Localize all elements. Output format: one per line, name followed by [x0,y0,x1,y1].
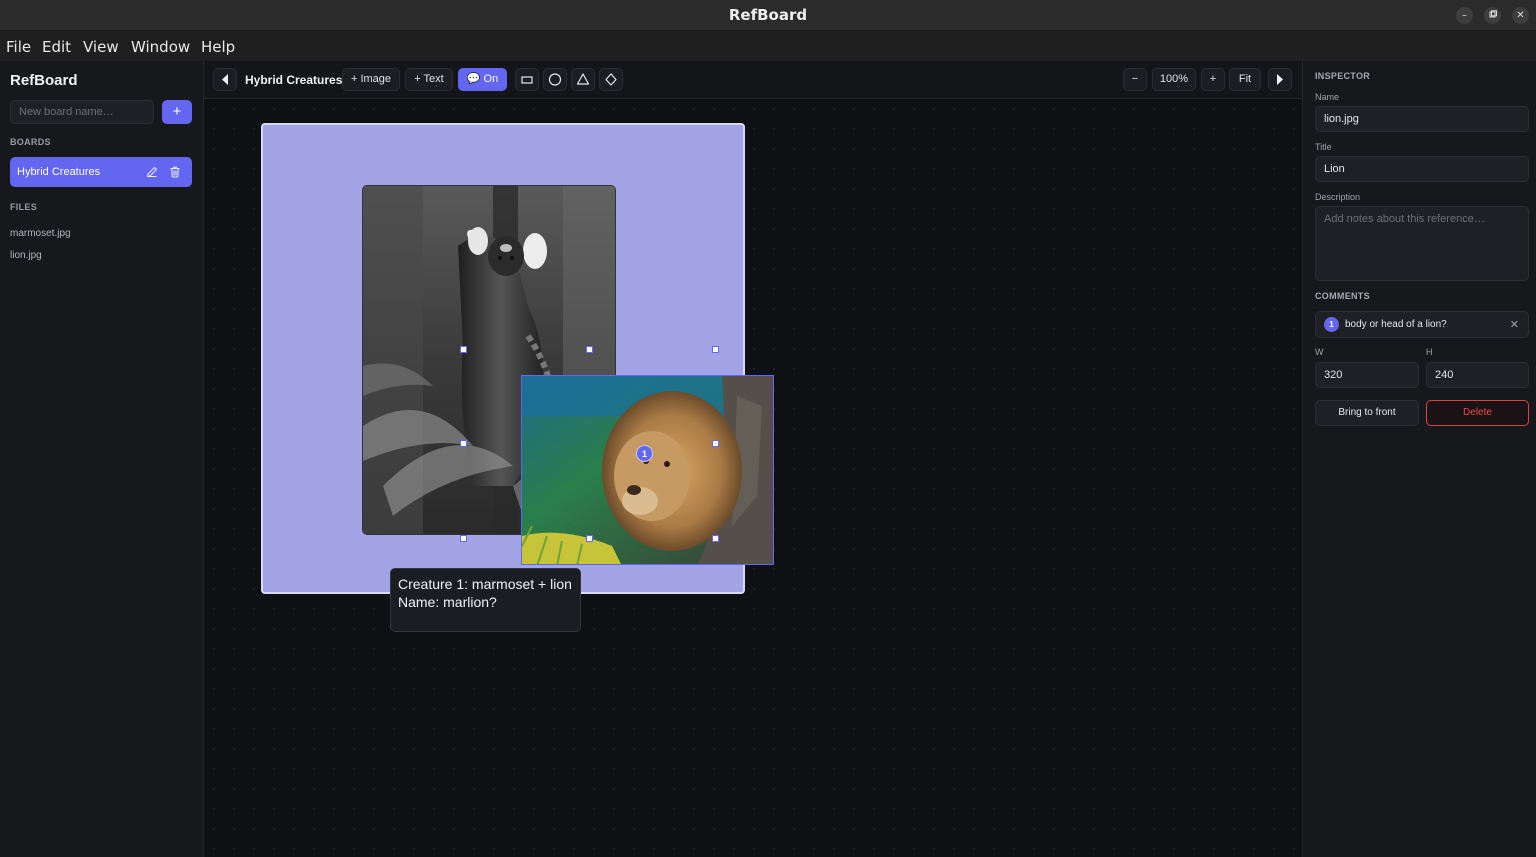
triangle-icon [576,73,590,85]
comment-bubble-icon: 💬 [466,73,481,85]
expand-inspector-button[interactable] [1268,68,1292,91]
name-label: Name [1315,92,1340,102]
comments-toggle-label: On [483,73,499,85]
comment-item[interactable]: 1 body or head of a lion? ✕ [1315,311,1529,338]
resize-handle[interactable] [586,535,593,542]
note-line: Name: marlion? [398,594,497,610]
resize-handle[interactable] [460,440,467,447]
window-title: RefBoard [728,6,808,24]
comment-text: body or head of a lion? [1345,319,1447,330]
rectangle-icon [521,76,533,84]
resize-handle[interactable] [586,346,593,353]
width-label: W [1315,347,1324,357]
height-field[interactable] [1426,362,1529,388]
note-line: Creature 1: marmoset + lion [398,576,572,592]
board-canvas[interactable]: 1 Creature 1: marmoset + lion Name: marl… [204,99,1302,857]
board-frame[interactable] [261,123,774,594]
new-board-input[interactable] [10,100,154,124]
circle-icon [548,73,562,86]
width-field[interactable] [1315,362,1419,388]
trash-icon[interactable] [168,165,182,179]
height-label: H [1426,347,1433,357]
board-toolbar: Hybrid Creatures + Image + Text 💬 On − 1… [204,61,1302,99]
board-title: Hybrid Creatures [245,73,343,87]
resize-handle[interactable] [712,440,719,447]
zoom-level: 100% [1152,68,1196,91]
title-label: Title [1315,142,1332,152]
menu-view[interactable]: View [83,38,119,56]
triangle-shape-button[interactable] [571,68,595,91]
sidebar: RefBoard + BOARDS Hybrid Creatures FILES… [0,61,204,857]
description-label: Description [1315,192,1361,202]
zoom-in-button[interactable]: + [1201,68,1225,91]
edit-pencil-icon[interactable] [145,165,159,179]
files-heading: FILES [10,202,38,212]
diamond-icon [605,73,617,86]
add-image-button[interactable]: + Image [342,68,400,91]
inspector-title: INSPECTOR [1315,71,1371,81]
resize-handle[interactable] [460,535,467,542]
lion-image[interactable] [521,375,774,565]
menu-edit[interactable]: Edit [42,38,71,56]
menu-bar: File Edit View Window Help [0,31,1536,61]
title-bar: RefBoard – ✕ [0,0,1536,31]
bring-to-front-button[interactable]: Bring to front [1315,400,1419,426]
remove-comment-icon[interactable]: ✕ [1510,318,1519,331]
file-item-marmoset[interactable]: marmoset.jpg [10,228,71,239]
boards-heading: BOARDS [10,137,51,147]
collapse-sidebar-button[interactable] [213,68,237,91]
board-item-label: Hybrid Creatures [17,166,101,178]
name-field[interactable] [1315,106,1529,132]
rectangle-shape-button[interactable] [515,68,539,91]
restore-icon[interactable] [1484,7,1501,24]
zoom-out-button[interactable]: − [1123,68,1147,91]
resize-handle[interactable] [712,535,719,542]
add-board-button[interactable]: + [162,100,192,124]
comments-toggle-button[interactable]: 💬 On [458,68,507,91]
comment-pin[interactable]: 1 [636,445,653,462]
diamond-shape-button[interactable] [599,68,623,91]
delete-button[interactable]: Delete [1426,400,1529,426]
chevron-right-icon [1277,74,1283,85]
close-icon[interactable]: ✕ [1512,7,1529,24]
add-text-button[interactable]: + Text [405,68,453,91]
text-note[interactable]: Creature 1: marmoset + lion Name: marlio… [390,568,581,632]
inspector-panel: INSPECTOR Name Title Description COMMENT… [1302,61,1536,857]
comments-heading: COMMENTS [1315,291,1370,301]
menu-help[interactable]: Help [201,38,235,56]
resize-handle[interactable] [712,346,719,353]
lion-photo [522,376,773,564]
menu-file[interactable]: File [6,38,31,56]
fit-button[interactable]: Fit [1229,68,1261,91]
title-field[interactable] [1315,156,1529,182]
description-field[interactable] [1315,206,1529,281]
comment-number-badge: 1 [1324,317,1339,332]
circle-shape-button[interactable] [543,68,567,91]
app-brand: RefBoard [10,72,78,89]
resize-handle[interactable] [460,346,467,353]
menu-window[interactable]: Window [131,38,190,56]
file-item-lion[interactable]: lion.jpg [10,250,42,261]
board-item-hybrid-creatures[interactable]: Hybrid Creatures [10,157,192,187]
minimize-icon[interactable]: – [1456,7,1473,24]
chevron-left-icon [222,74,228,85]
